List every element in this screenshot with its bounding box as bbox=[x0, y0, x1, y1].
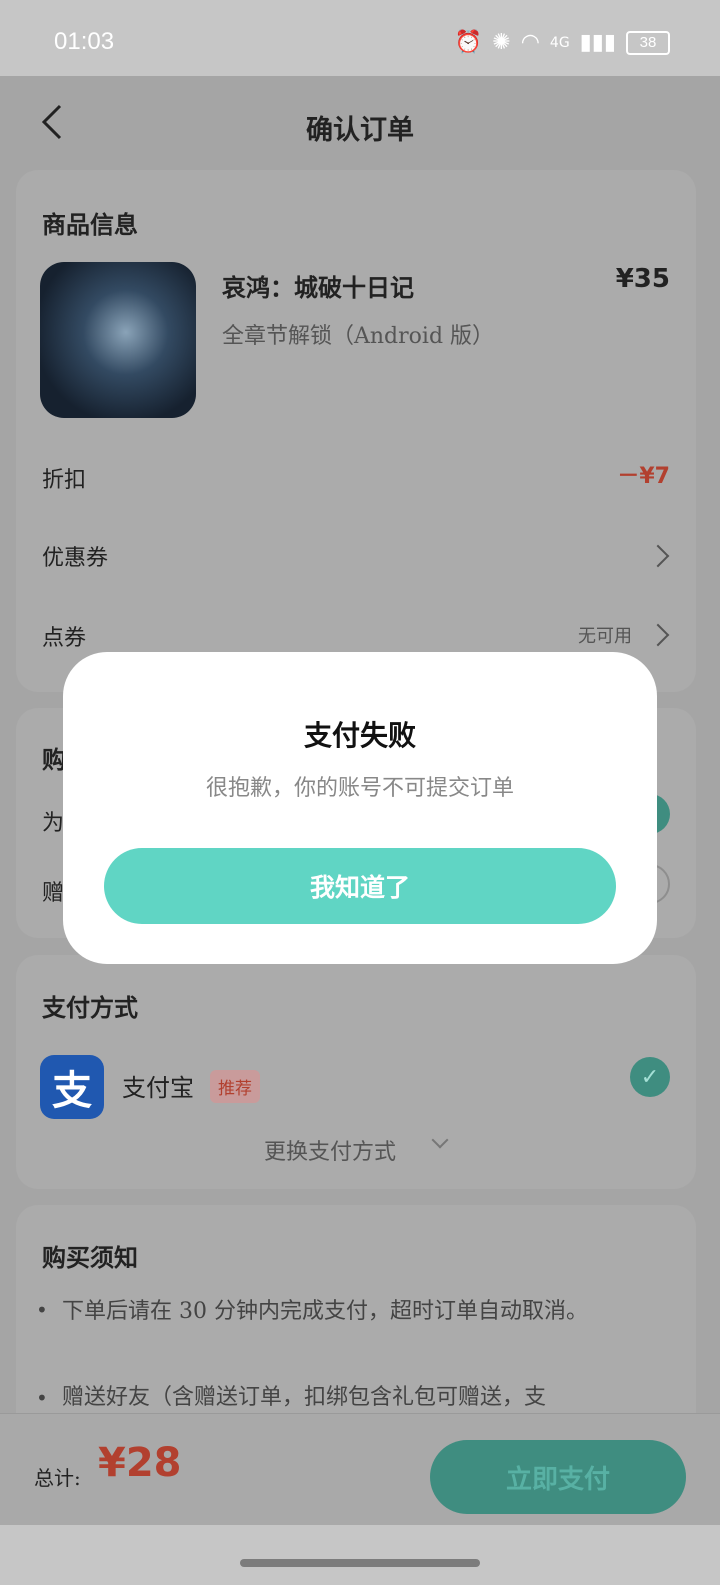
voucher-label[interactable]: 点券 bbox=[42, 620, 86, 652]
purchase-option-gift[interactable]: 赠 bbox=[42, 875, 64, 907]
payment-method-name[interactable]: 支付宝 bbox=[122, 1068, 194, 1103]
fan-icon: ✺ bbox=[492, 30, 511, 55]
product-card bbox=[16, 170, 696, 692]
recommend-badge: 推荐 bbox=[210, 1070, 260, 1103]
coupon-label[interactable]: 优惠券 bbox=[42, 540, 108, 572]
notice-bullet-dot: • bbox=[36, 1298, 48, 1322]
notice-title: 购买须知 bbox=[42, 1243, 138, 1272]
total-value: ¥28 bbox=[98, 1440, 182, 1486]
status-bar: 01:03 ⏰ ✺ ◠ 4G ▮▮▮ 38 bbox=[0, 0, 720, 76]
payment-section-title: 支付方式 bbox=[42, 993, 138, 1022]
dialog-title: 支付失败 bbox=[303, 719, 416, 752]
notice-bullet-dot: • bbox=[36, 1386, 48, 1410]
discount-label: 折扣 bbox=[42, 468, 87, 493]
product-cover-image bbox=[40, 262, 196, 418]
pay-now-button[interactable]: 立即支付 bbox=[430, 1440, 686, 1514]
clock: 01:03 bbox=[54, 28, 115, 55]
voucher-value: 无可用 bbox=[578, 626, 632, 647]
change-payment-link[interactable]: 更换支付方式 bbox=[264, 1134, 396, 1166]
signal-icon: ▮▮▮ bbox=[579, 30, 616, 55]
wifi-icon: ◠ bbox=[520, 30, 540, 55]
discount-value: －¥7 bbox=[617, 464, 670, 489]
purchase-option-self[interactable]: 为 bbox=[42, 805, 64, 837]
network-label: 4G bbox=[549, 34, 570, 51]
product-subtitle: 全章节解锁（Android 版） bbox=[222, 324, 495, 349]
home-indicator[interactable] bbox=[240, 1559, 480, 1567]
dialog-message: 很抱歉，你的账号不可提交订单 bbox=[205, 776, 514, 801]
battery-icon: 38 bbox=[626, 30, 670, 55]
page-title: 确认订单 bbox=[306, 115, 414, 146]
dialog-confirm-button[interactable]: 我知道了 bbox=[104, 848, 616, 924]
alarm-icon: ⏰ bbox=[454, 30, 483, 55]
payment-failed-dialog: 支付失败 很抱歉，你的账号不可提交订单 我知道了 bbox=[63, 652, 657, 964]
product-section-title: 商品信息 bbox=[42, 210, 138, 239]
product-price: ¥35 bbox=[615, 264, 670, 294]
notice-item: 赠送好友（含赠送订单，扣绑包含礼包可赠送，支 bbox=[62, 1385, 547, 1410]
notice-item: 下单后请在 30 分钟内完成支付，超时订单自动取消。 bbox=[62, 1299, 588, 1324]
gesture-area bbox=[0, 1525, 720, 1585]
status-icons: ⏰ ✺ ◠ 4G ▮▮▮ 38 bbox=[455, 30, 670, 55]
payment-selected-check-icon[interactable]: ✓ bbox=[630, 1057, 670, 1097]
product-name: 哀鸿：城破十日记 bbox=[222, 273, 414, 302]
total-label: 总计: bbox=[34, 1466, 81, 1490]
alipay-icon: 支 bbox=[40, 1055, 104, 1119]
